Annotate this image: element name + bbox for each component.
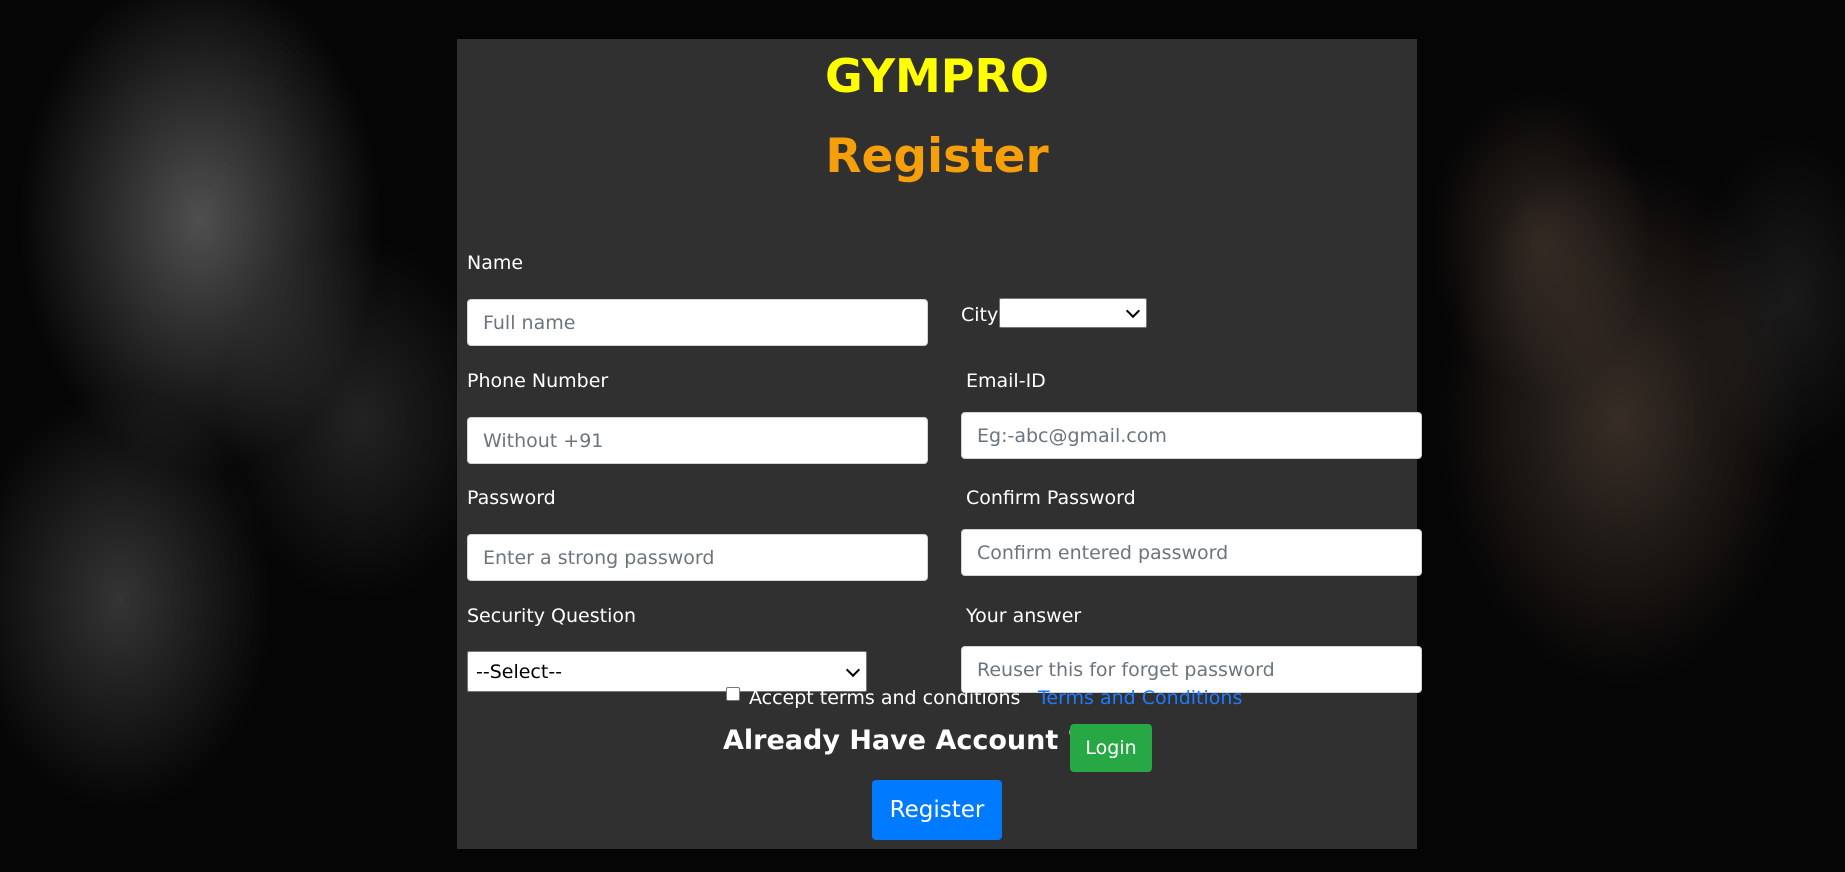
chevron-down-icon	[845, 662, 861, 677]
confirm-password-input[interactable]	[961, 529, 1422, 576]
security-question-label: Security Question	[467, 605, 637, 627]
name-input[interactable]	[467, 299, 928, 346]
email-input[interactable]	[961, 412, 1422, 459]
login-button[interactable]: Login	[1070, 724, 1152, 772]
city-select[interactable]	[999, 298, 1147, 328]
security-question-value: --Select--	[476, 660, 563, 683]
phone-label: Phone Number	[467, 370, 609, 392]
city-label: City	[961, 304, 999, 326]
chevron-down-icon	[1125, 303, 1141, 319]
brand-title: GYMPRO	[824, 49, 1050, 103]
terms-checkbox[interactable]	[726, 687, 740, 701]
terms-link[interactable]: Terms and Conditions	[1038, 687, 1242, 709]
account-prompt: Already Have Account ?	[723, 725, 1084, 756]
register-button[interactable]: Register	[872, 780, 1002, 840]
password-input[interactable]	[467, 534, 928, 581]
email-label: Email-ID	[966, 370, 1046, 392]
confirm-password-label: Confirm Password	[966, 487, 1136, 509]
security-question-select[interactable]: --Select--	[467, 651, 867, 692]
page-title: Register	[825, 129, 1049, 184]
terms-checkbox-label: Accept terms and conditions	[749, 687, 1021, 709]
answer-label: Your answer	[966, 605, 1082, 627]
name-label: Name	[467, 252, 524, 274]
password-label: Password	[467, 487, 556, 509]
phone-input[interactable]	[467, 417, 928, 464]
register-panel: GYMPRO Register Name City Phone Number E…	[457, 39, 1422, 849]
answer-input[interactable]	[961, 646, 1422, 693]
